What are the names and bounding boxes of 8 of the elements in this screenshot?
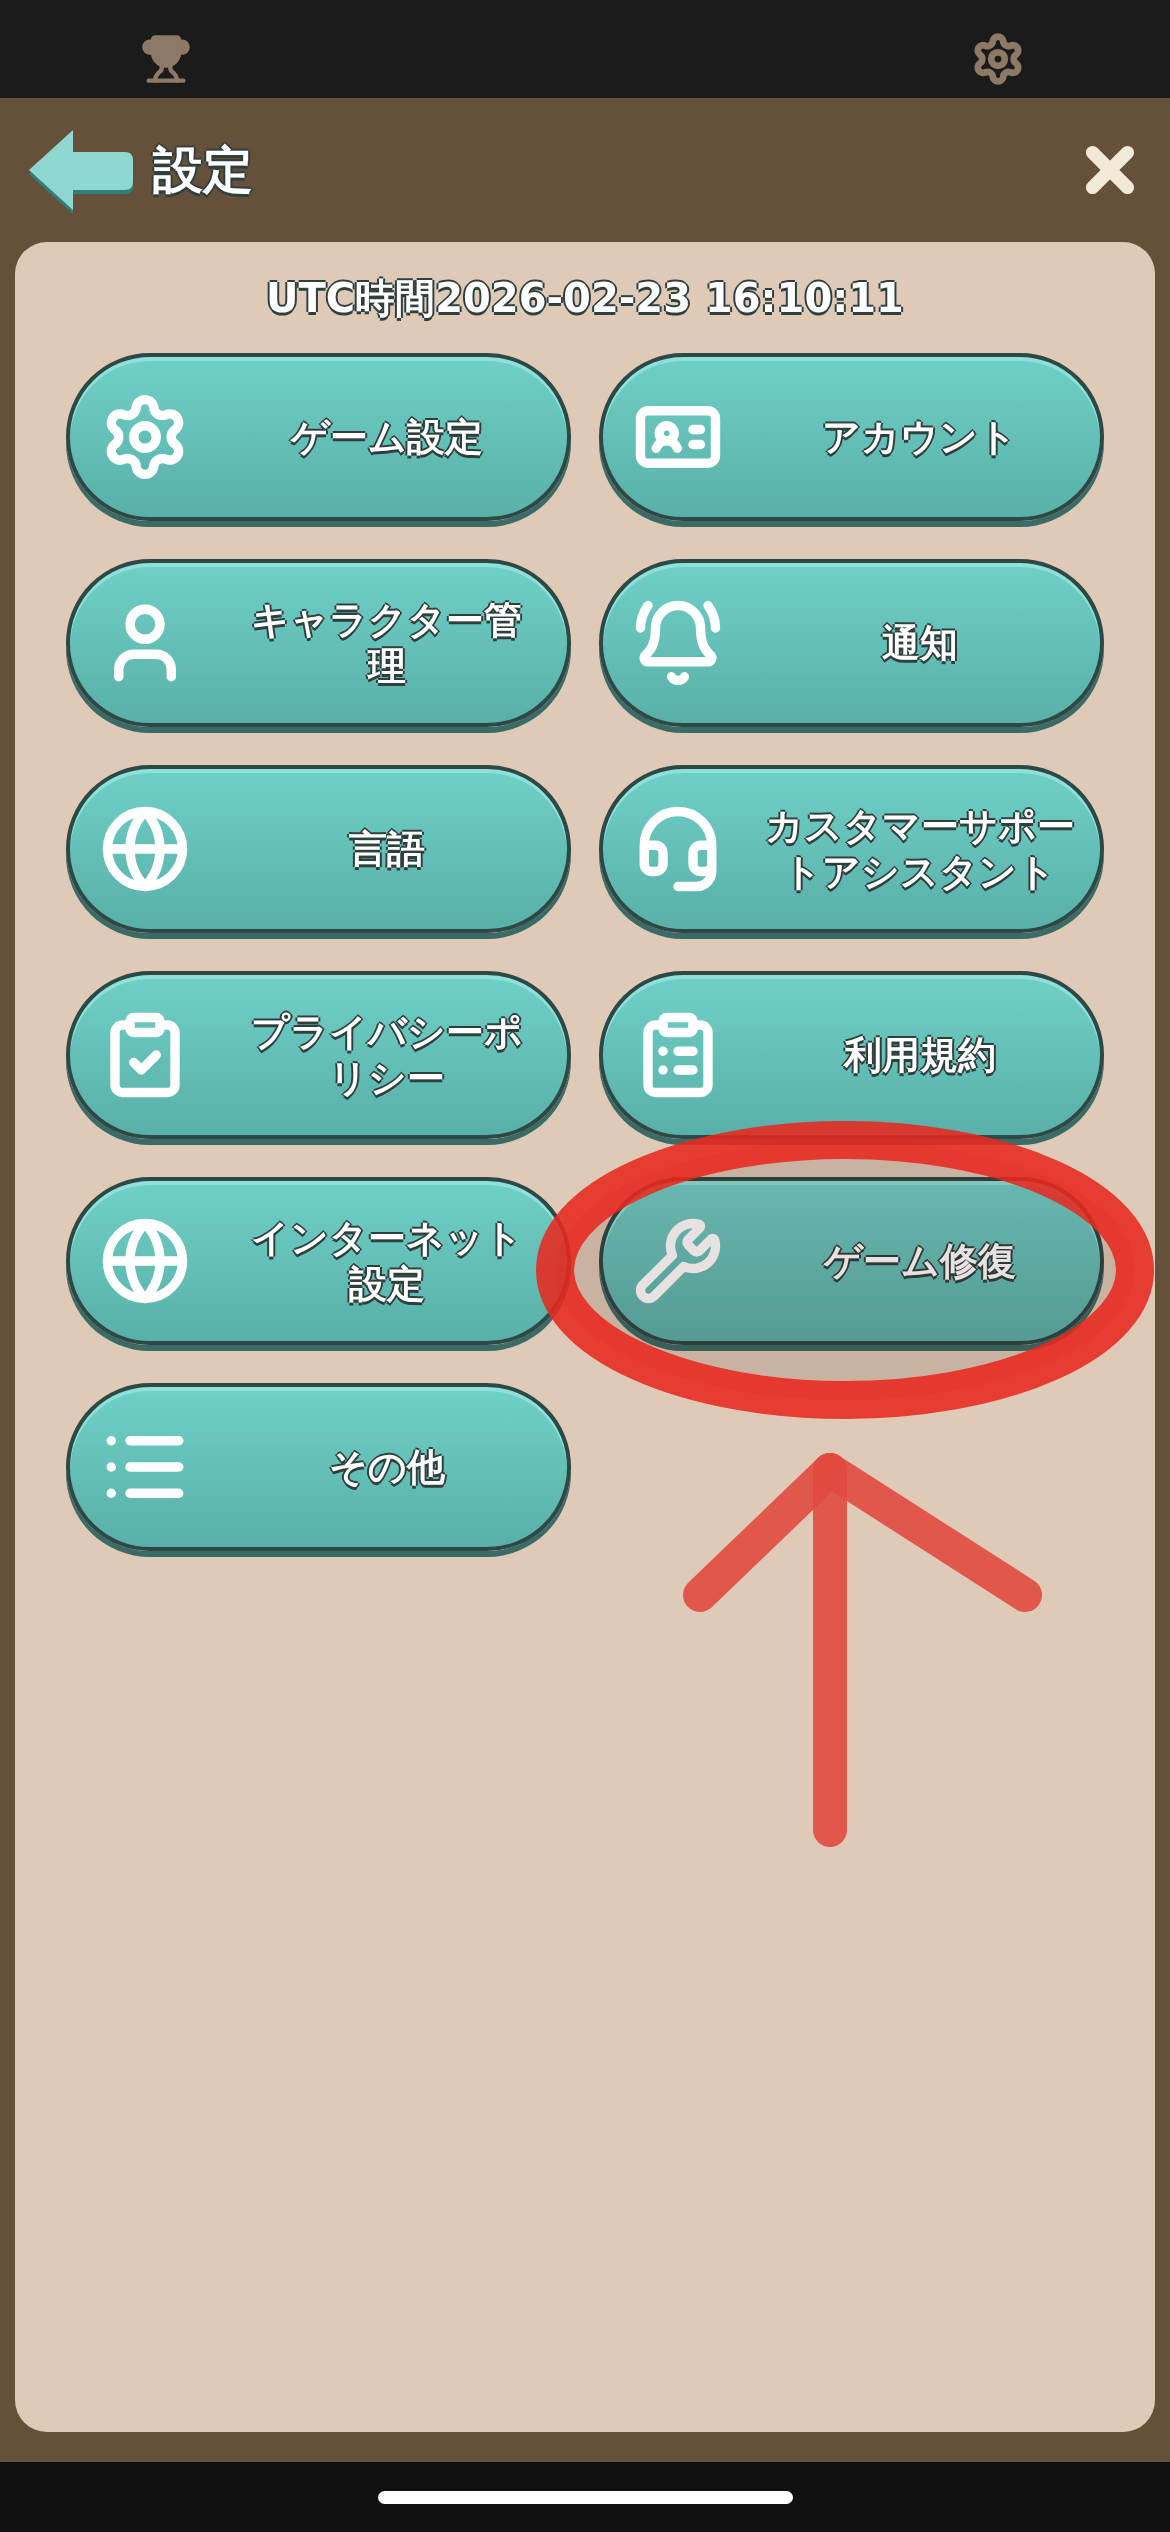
globe-icon <box>100 1216 190 1306</box>
utc-time: UTC時間2026-02-23 16:10:11 <box>266 274 904 323</box>
settings-icon[interactable] <box>971 32 1025 86</box>
page-title: 設定 <box>153 139 253 201</box>
globe-icon <box>100 804 190 894</box>
trophy-icon[interactable] <box>140 33 192 85</box>
wrench-icon <box>633 1216 723 1306</box>
bell-icon <box>633 598 723 688</box>
